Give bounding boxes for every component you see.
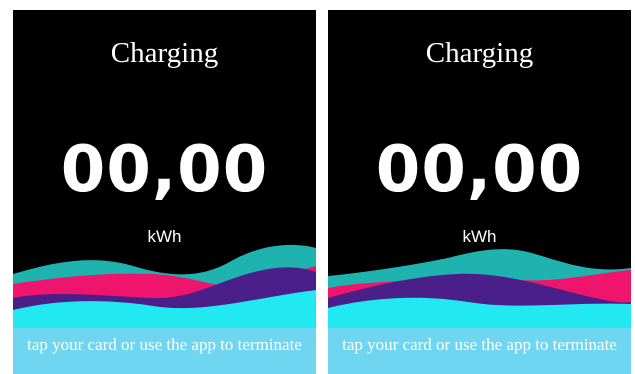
wave-decoration	[328, 249, 631, 342]
terminate-instruction: tap your card or use the app to terminat…	[13, 328, 316, 374]
wave-decoration	[13, 244, 316, 342]
energy-unit-label: kWh	[462, 227, 497, 246]
energy-readout: 00,00	[375, 133, 584, 207]
screen-title: Charging	[425, 37, 534, 69]
charging-screen-left: Charging 00,00 kWh tap your card or use …	[13, 10, 316, 374]
screen-title: Charging	[110, 37, 219, 69]
energy-readout: 00,00	[60, 133, 269, 207]
charging-screen-right: Charging 00,00 kWh tap your card or use …	[328, 10, 631, 374]
terminate-instruction: tap your card or use the app to terminat…	[328, 328, 631, 374]
energy-unit-label: kWh	[147, 227, 182, 246]
